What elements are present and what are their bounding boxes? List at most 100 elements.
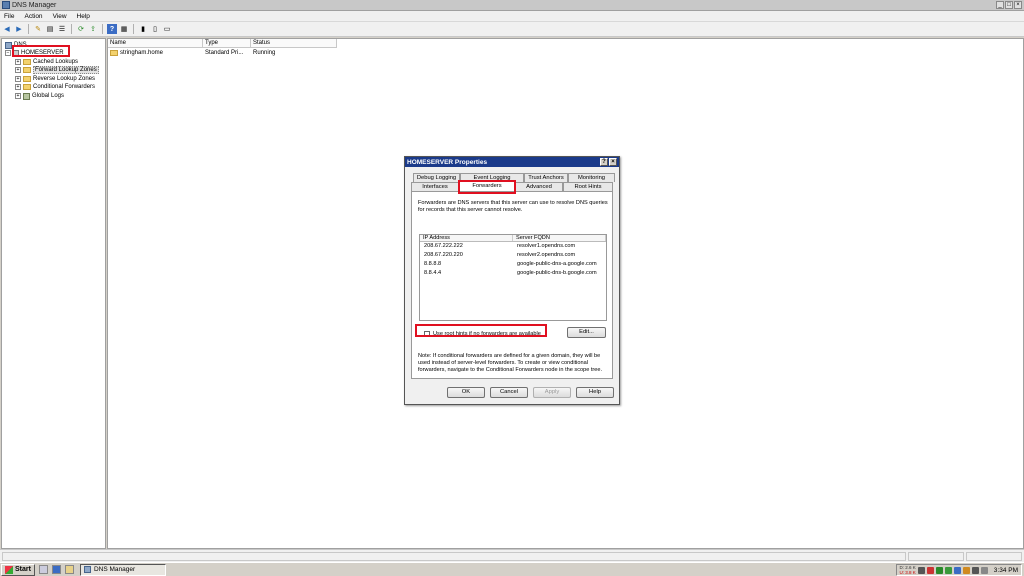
tab-monitoring[interactable]: Monitoring	[568, 173, 615, 182]
network-icon[interactable]	[971, 566, 979, 574]
forwarders-description: Forwarders are DNS servers that this ser…	[418, 200, 608, 213]
show-hide-tree-icon[interactable]: ▤	[45, 24, 55, 34]
forwarder-ip: 8.8.4.4	[424, 270, 442, 276]
dns-manager-icon	[83, 566, 91, 573]
volume-icon[interactable]	[980, 566, 988, 574]
expand-icon[interactable]: +	[15, 84, 21, 90]
tree-item-conditional-forwarders[interactable]: + Conditional Forwarders	[15, 83, 95, 91]
tree-item-reverse-lookup-zones[interactable]: + Reverse Lookup Zones	[15, 75, 95, 83]
folder-icon	[23, 84, 31, 90]
tab-root-hints[interactable]: Root Hints	[563, 182, 613, 191]
tree-item-forward-lookup-zones[interactable]: + Forward Lookup Zones	[15, 66, 99, 74]
table-row[interactable]: 8.8.8.8 google-public-dns-a.google.com	[420, 260, 606, 269]
explorer-icon[interactable]	[64, 565, 74, 574]
dialog-close-icon[interactable]: ×	[609, 158, 617, 166]
dialog-title: HOMESERVER Properties	[407, 158, 488, 166]
start-button[interactable]: Start	[1, 563, 35, 576]
back-arrow-icon[interactable]: ◀	[2, 24, 12, 34]
taskbar-dns-manager[interactable]: DNS Manager	[79, 563, 166, 576]
server-icon[interactable]: ▮	[138, 24, 148, 34]
apply-button[interactable]: Apply	[533, 387, 571, 398]
close-icon[interactable]: ×	[1014, 1, 1022, 9]
maximize-icon[interactable]: □	[1005, 1, 1013, 9]
folder-icon	[23, 76, 31, 82]
list-item[interactable]: stringham.home Standard Pri... Running	[108, 49, 337, 57]
tray-app-icon[interactable]	[917, 566, 925, 574]
clock[interactable]: 3:34 PM	[994, 567, 1018, 574]
system-tray: D: 2.6 K U: 3.8 K 3:34 PM	[895, 564, 1022, 576]
tab-trust-anchors[interactable]: Trust Anchors	[524, 173, 568, 182]
taskbar: Start DNS Manager D: 2.6 K U: 3.8 K 3:34…	[0, 562, 1024, 576]
net-up: U: 3.8 K	[899, 570, 916, 575]
column-header-name[interactable]: Name	[108, 39, 203, 48]
powershell-icon[interactable]	[51, 565, 61, 574]
properties-dialog: HOMESERVER Properties ? × Debug Logging …	[404, 156, 620, 405]
forwarders-list[interactable]: IP Address Server FQDN 208.67.222.222 re…	[419, 234, 607, 321]
highlight-root-hints	[415, 324, 547, 337]
toolbar-separator	[133, 24, 134, 34]
highlight-forwarders-tab	[458, 180, 516, 194]
cancel-button[interactable]: Cancel	[490, 387, 528, 398]
dns-manager-icon	[2, 1, 10, 9]
tree-label: Cached Lookups	[33, 59, 79, 65]
menu-help[interactable]: Help	[77, 13, 90, 20]
network-meter: D: 2.6 K U: 3.8 K	[900, 565, 916, 575]
folder-icon	[23, 59, 31, 65]
list-icon[interactable]: ☰	[57, 24, 67, 34]
server-manager-icon[interactable]	[38, 565, 48, 574]
dialog-title-bar: HOMESERVER Properties ? ×	[405, 157, 619, 167]
refresh-icon[interactable]: ⟳	[76, 24, 86, 34]
menu-file[interactable]: File	[4, 13, 14, 20]
tree-item-global-logs[interactable]: + Global Logs	[15, 92, 64, 100]
forwarder-fqdn: resolver2.opendns.com	[517, 252, 576, 258]
tray-monitor-icon[interactable]	[953, 566, 961, 574]
table-row[interactable]: 208.67.222.222 resolver1.opendns.com	[420, 242, 606, 251]
tray-alert-icon[interactable]	[926, 566, 934, 574]
toolbar-separator	[102, 24, 103, 34]
dialog-help-icon[interactable]: ?	[600, 158, 608, 166]
tree-item-cached-lookups[interactable]: + Cached Lookups	[15, 58, 78, 66]
scope-tree: DNS − HOMESERVER + Cached Lookups + Forw…	[1, 38, 106, 549]
tray-update-icon[interactable]	[944, 566, 952, 574]
zone-icon[interactable]: ▭	[162, 24, 172, 34]
tree-label: Conditional Forwarders	[33, 84, 96, 90]
new-record-icon[interactable]: ▯	[150, 24, 160, 34]
action-pane-icon[interactable]: ▦	[119, 24, 129, 34]
table-row[interactable]: 8.8.4.4 google-public-dns-b.google.com	[420, 269, 606, 278]
column-header-fqdn[interactable]: Server FQDN	[513, 235, 606, 241]
menu-action[interactable]: Action	[24, 13, 42, 20]
toolbar-separator	[28, 24, 29, 34]
tab-debug-logging[interactable]: Debug Logging	[413, 173, 460, 182]
list-header: Name Type Status	[108, 39, 337, 48]
status-segment	[966, 552, 1022, 561]
menu-view[interactable]: View	[53, 13, 67, 20]
help-icon[interactable]: ?	[107, 24, 117, 34]
forwarder-fqdn: resolver1.opendns.com	[517, 243, 576, 249]
properties-icon[interactable]: ✎	[33, 24, 43, 34]
column-header-status[interactable]: Status	[251, 39, 337, 48]
expand-icon[interactable]: +	[15, 67, 21, 73]
tab-interfaces[interactable]: Interfaces	[411, 182, 459, 191]
tray-security-icon[interactable]	[962, 566, 970, 574]
folder-icon	[23, 67, 31, 73]
window-title: DNS Manager	[12, 1, 57, 9]
collapse-icon[interactable]: −	[5, 50, 11, 56]
column-header-ip[interactable]: IP Address	[420, 235, 513, 241]
edit-button[interactable]: Edit...	[567, 327, 606, 338]
column-header-type[interactable]: Type	[203, 39, 251, 48]
tree-label: Reverse Lookup Zones	[33, 76, 96, 82]
expand-icon[interactable]: +	[15, 59, 21, 65]
expand-icon[interactable]: +	[15, 76, 21, 82]
table-row[interactable]: 208.67.220.220 resolver2.opendns.com	[420, 251, 606, 260]
minimize-icon[interactable]: _	[996, 1, 1004, 9]
help-button[interactable]: Help	[576, 387, 614, 398]
export-list-icon[interactable]: ⇪	[88, 24, 98, 34]
forward-arrow-icon[interactable]: ▶	[14, 24, 24, 34]
expand-icon[interactable]: +	[15, 93, 21, 99]
zone-type: Standard Pri...	[205, 50, 244, 56]
tray-network-icon[interactable]	[935, 566, 943, 574]
ok-button[interactable]: OK	[447, 387, 485, 398]
toolbar: ◀ ▶ ✎ ▤ ☰ ⟳ ⇪ ? ▦ ▮ ▯ ▭	[0, 22, 1024, 37]
tab-advanced[interactable]: Advanced	[515, 182, 563, 191]
log-icon	[23, 92, 30, 100]
